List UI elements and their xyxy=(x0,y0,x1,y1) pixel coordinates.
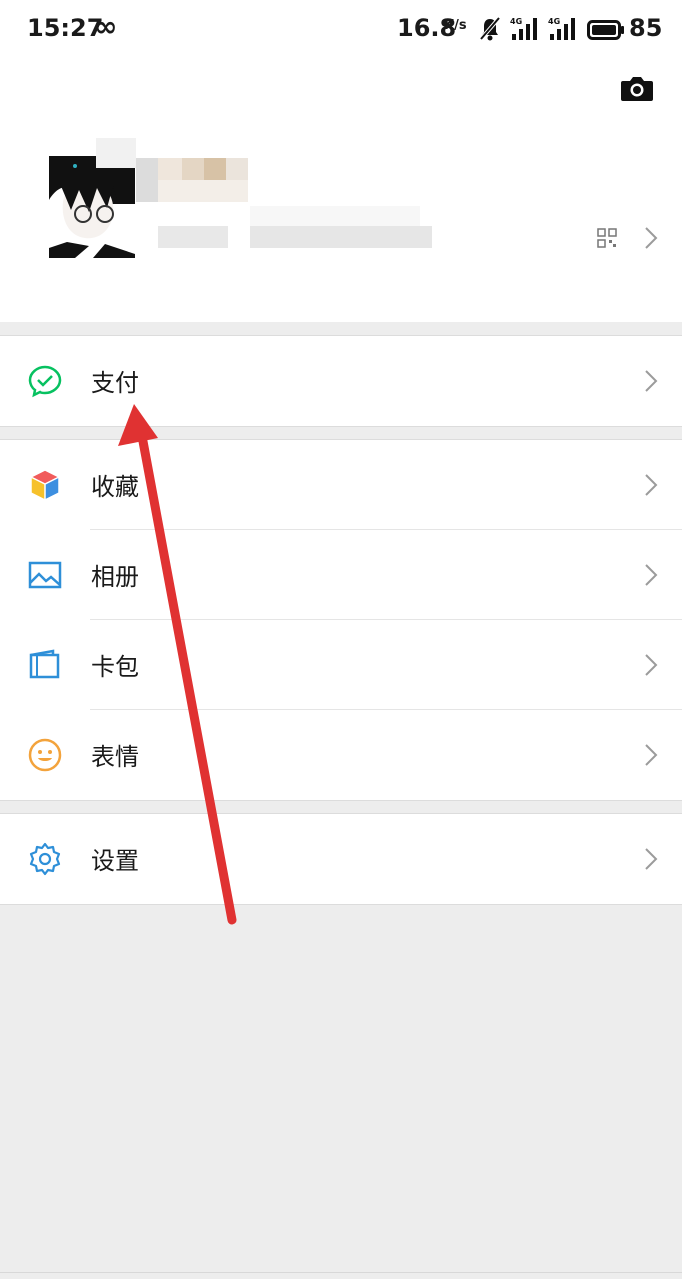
nickname-pixel xyxy=(158,180,248,202)
menu-item-label: 卡包 xyxy=(91,653,139,681)
status-time: 15:27 xyxy=(27,14,104,42)
status-bar: 15:27 ∞ 16.8 K/s 4G 4G 85 xyxy=(0,0,682,62)
qr-code-icon[interactable] xyxy=(597,228,617,248)
menu-item-stickers[interactable]: 表情 xyxy=(0,710,682,800)
chevron-right-icon xyxy=(645,744,658,766)
chevron-right-icon xyxy=(645,370,658,392)
chevron-right-icon xyxy=(645,474,658,496)
menu-item-settings[interactable]: 设置 xyxy=(0,814,682,904)
signal-4g-icon: 4G xyxy=(548,17,575,40)
nickname-pixel xyxy=(158,158,182,180)
camera-icon[interactable] xyxy=(620,74,654,102)
nickname-pixel xyxy=(204,158,226,180)
chevron-right-icon xyxy=(645,654,658,676)
chevron-right-icon xyxy=(645,848,658,870)
menu-item-album[interactable]: 相册 xyxy=(0,530,682,620)
nickname-pixel xyxy=(182,158,204,180)
avatar[interactable] xyxy=(49,156,135,258)
menu-group-settings: 设置 xyxy=(0,813,682,905)
smiley-icon xyxy=(28,738,62,772)
wechat-pay-icon xyxy=(28,365,62,398)
cube-icon xyxy=(30,469,60,501)
battery-icon xyxy=(587,20,624,40)
wechat-id-pixel xyxy=(158,226,228,248)
menu-item-label: 相册 xyxy=(91,563,139,591)
network-speed-unit: K/s xyxy=(444,18,467,33)
mute-bell-icon xyxy=(479,16,501,41)
gear-icon xyxy=(29,842,61,876)
nickname-pixel xyxy=(136,158,158,202)
card-wallet-icon xyxy=(29,649,60,679)
menu-item-favorites[interactable]: 收藏 xyxy=(0,440,682,530)
wechat-id-pixel xyxy=(250,226,432,248)
battery-level: 85 xyxy=(629,14,663,42)
menu-group-pay: 支付 xyxy=(0,335,682,427)
divider xyxy=(0,1272,682,1273)
svg-text:4G: 4G xyxy=(510,17,522,26)
menu-item-cards[interactable]: 卡包 xyxy=(0,620,682,710)
menu-item-label: 支付 xyxy=(91,369,139,397)
photo-icon xyxy=(28,561,62,589)
nickname-pixel xyxy=(96,138,136,168)
wechat-id-pixel xyxy=(250,206,420,226)
menu-group-main: 收藏 相册 卡包 表情 xyxy=(0,439,682,801)
infinity-icon: ∞ xyxy=(94,10,118,43)
menu-item-label: 设置 xyxy=(91,847,139,875)
svg-text:4G: 4G xyxy=(548,17,560,26)
chevron-right-icon[interactable] xyxy=(644,226,658,250)
chevron-right-icon xyxy=(645,564,658,586)
menu-item-label: 表情 xyxy=(91,743,139,771)
nickname-pixel xyxy=(226,158,248,180)
menu-item-pay[interactable]: 支付 xyxy=(0,336,682,426)
menu-item-label: 收藏 xyxy=(91,473,139,501)
signal-4g-icon: 4G xyxy=(510,17,537,40)
